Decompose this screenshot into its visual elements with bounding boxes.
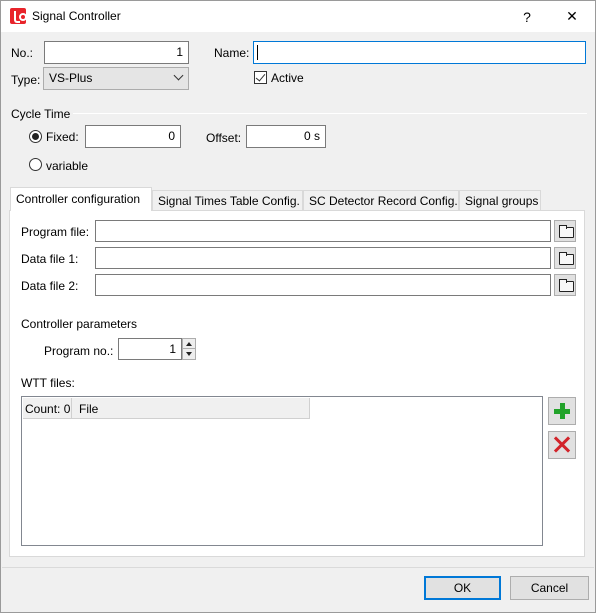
program-file-browse-button[interactable] <box>554 220 576 242</box>
cycle-time-heading: Cycle Time <box>11 107 71 121</box>
type-dropdown-value: VS-Plus <box>49 71 93 85</box>
name-label: Name: <box>214 46 250 60</box>
text-caret <box>257 45 258 60</box>
fixed-label: Fixed: <box>46 130 79 144</box>
data-file1-browse-button[interactable] <box>554 247 576 269</box>
data-file2-browse-button[interactable] <box>554 274 576 296</box>
cancel-button[interactable]: Cancel <box>510 576 589 600</box>
delete-wtt-file-button[interactable] <box>548 431 576 459</box>
help-button[interactable]: ? <box>505 1 549 32</box>
spin-down-icon[interactable] <box>183 349 195 359</box>
variable-radio[interactable] <box>29 158 42 171</box>
data-file1-label: Data file 1: <box>21 252 79 266</box>
program-file-label: Program file: <box>21 225 90 239</box>
ok-button[interactable]: OK <box>424 576 501 600</box>
active-checkbox[interactable] <box>254 71 267 84</box>
data-file2-field[interactable] <box>95 274 551 296</box>
tab-signal-groups[interactable]: Signal groups <box>459 190 541 211</box>
name-field[interactable] <box>253 41 586 64</box>
offset-field[interactable]: 0 s <box>246 125 326 148</box>
wtt-files-header: Count: 0 File <box>23 398 310 419</box>
type-dropdown[interactable]: VS-Plus <box>43 67 189 90</box>
wtt-count-column[interactable]: Count: 0 <box>23 398 72 419</box>
controller-parameters-heading: Controller parameters <box>21 317 138 331</box>
no-label: No.: <box>11 46 34 60</box>
wtt-file-column[interactable]: File <box>72 398 310 419</box>
type-label: Type: <box>11 73 41 87</box>
tab-sc-detector-record-config[interactable]: SC Detector Record Config. <box>303 190 459 211</box>
spin-up-icon[interactable] <box>183 339 195 349</box>
add-wtt-file-button[interactable] <box>548 397 576 425</box>
wtt-files-label: WTT files: <box>21 376 75 390</box>
program-no-field[interactable]: 1 <box>118 338 182 360</box>
program-file-field[interactable] <box>95 220 551 242</box>
footer-divider <box>2 567 594 568</box>
close-button[interactable]: ✕ <box>550 1 594 32</box>
signal-controller-app-icon <box>10 8 27 24</box>
cycle-time-divider <box>73 113 587 114</box>
title-bar[interactable]: Signal Controller ? ✕ <box>1 1 595 32</box>
program-no-label: Program no.: <box>44 344 114 358</box>
data-file2-label: Data file 2: <box>21 279 79 293</box>
signal-controller-dialog: Signal Controller ? ✕ No.: 1 Name: Type:… <box>0 0 596 613</box>
no-field[interactable]: 1 <box>44 41 189 64</box>
plus-v-stroke <box>560 403 565 419</box>
tab-signal-times-table-config[interactable]: Signal Times Table Config. <box>152 190 303 211</box>
chevron-down-icon <box>173 70 184 81</box>
data-file1-field[interactable] <box>95 247 551 269</box>
fixed-radio[interactable] <box>29 130 42 143</box>
fixed-cycle-field[interactable]: 0 <box>85 125 181 148</box>
active-label: Active <box>271 71 304 85</box>
variable-label: variable <box>46 159 89 173</box>
offset-label: Offset: <box>206 131 242 145</box>
controller-parameters-divider <box>141 323 575 324</box>
window-title: Signal Controller <box>32 9 121 23</box>
wtt-files-list[interactable]: Count: 0 File <box>21 396 543 546</box>
program-no-spinner[interactable] <box>182 338 196 360</box>
tab-controller-configuration[interactable]: Controller configuration <box>10 187 152 211</box>
